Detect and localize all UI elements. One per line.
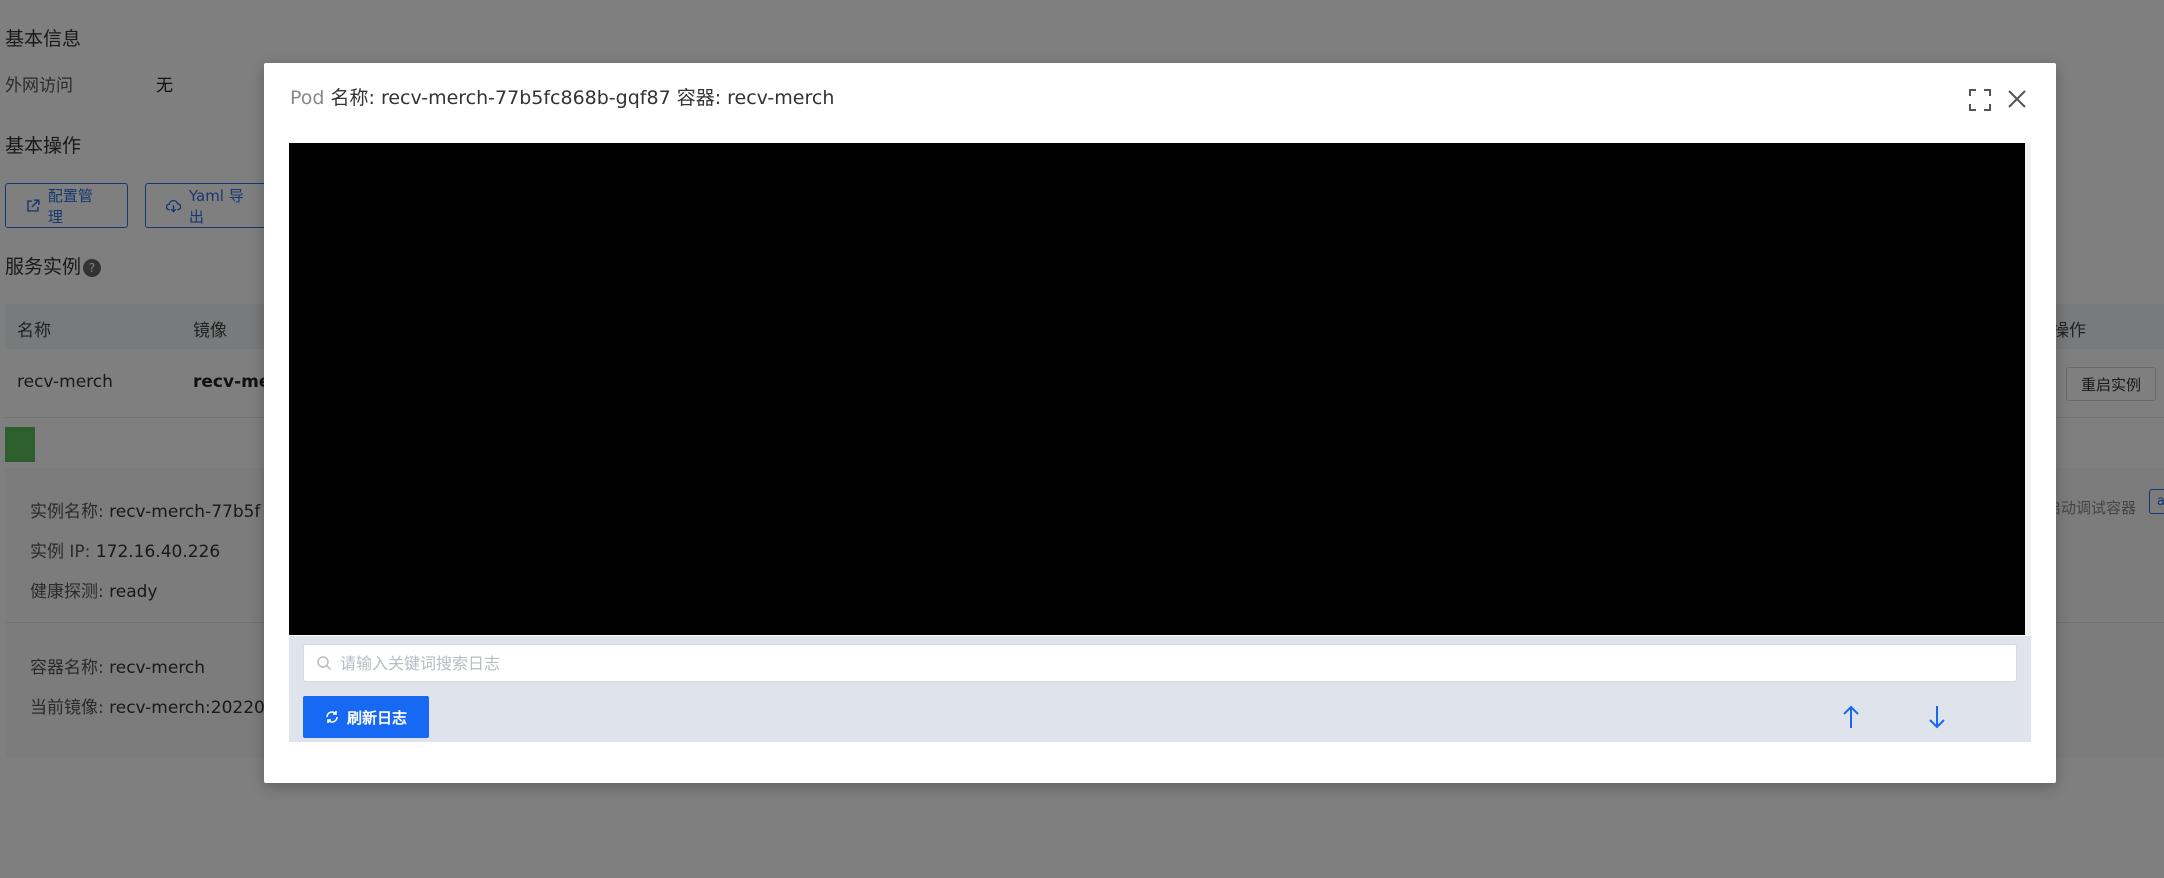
refresh-icon (326, 711, 338, 723)
log-output[interactable] (289, 143, 2025, 635)
refresh-log-label: 刷新日志 (346, 708, 407, 727)
fullscreen-icon[interactable] (1968, 88, 1992, 112)
pod-name: recv-merch-77b5fc868b-gqf87 (380, 87, 671, 109)
arrow-down-icon[interactable] (1927, 704, 1947, 730)
modal-title: Pod 名称: recv-merch-77b5fc868b-gqf87 容器: … (290, 83, 834, 110)
refresh-log-button[interactable]: 刷新日志 (303, 696, 429, 738)
pod-name-label: 名称: (330, 87, 375, 109)
log-search-box (303, 644, 2017, 682)
close-icon[interactable] (2006, 88, 2028, 110)
pod-prefix: Pod (290, 87, 325, 109)
arrow-up-icon[interactable] (1841, 704, 1861, 730)
pod-log-modal: Pod 名称: recv-merch-77b5fc868b-gqf87 容器: … (264, 63, 2056, 783)
log-scrollbar[interactable] (2025, 143, 2031, 635)
log-toolbar: 刷新日志 (289, 636, 2031, 742)
container-label: 容器: (676, 87, 722, 109)
search-icon (317, 656, 332, 671)
container-name: recv-merch (727, 87, 835, 109)
log-search-input[interactable] (340, 653, 1940, 673)
